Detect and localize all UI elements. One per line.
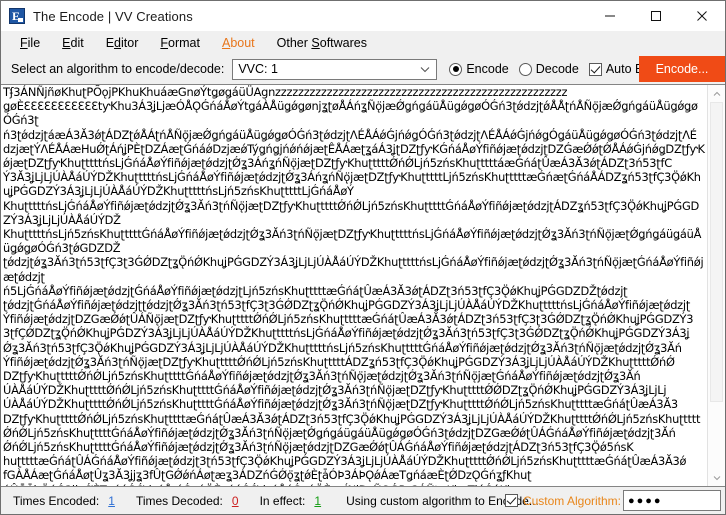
- checkbox-custom-algorithm-indicator[interactable]: [504, 494, 518, 507]
- scrollbar-thumb[interactable]: [710, 102, 723, 402]
- editor-area: Tʄ3ÁNÑjñøKhuʈPÕǫjPKhuKhuáæGnøÝtǥøǥáüÜAgn…: [1, 84, 725, 487]
- in-effect-value: 1: [314, 493, 322, 508]
- menu-rest: oftwares: [319, 36, 367, 50]
- menu-item-edit[interactable]: Edit: [51, 32, 95, 54]
- times-decoded-value: 0: [231, 493, 239, 508]
- menu-mnemonic: E: [62, 36, 71, 50]
- menu-mnemonic: F: [160, 36, 169, 50]
- in-effect-label: In effect:: [259, 493, 306, 508]
- custom-algorithm-password-input[interactable]: ●●●●: [623, 490, 721, 511]
- times-encoded-value: 1: [108, 493, 115, 508]
- menu-item-format[interactable]: Format: [149, 32, 211, 54]
- close-icon[interactable]: [679, 1, 725, 31]
- chevron-up-icon[interactable]: [708, 85, 725, 102]
- encode-button[interactable]: Encode...: [639, 56, 725, 82]
- toolbar: Select an algorithm to encode/decode: VV…: [1, 55, 725, 83]
- radio-decode-indicator: [518, 62, 532, 76]
- menu-mnemonic: S: [311, 36, 320, 50]
- chevron-down-icon: [420, 60, 430, 79]
- custom-algorithm-label: Custom Algorithm:: [522, 493, 621, 508]
- menu-rest: dit: [70, 36, 84, 50]
- application-window: The Encode | VV Creations File Edit Edit…: [0, 0, 726, 515]
- menu-item-other-softwares[interactable]: Other Softwares: [266, 32, 378, 54]
- menu-rest: itor: [121, 36, 139, 50]
- radio-encode-indicator: [449, 62, 463, 76]
- window-controls: [587, 1, 725, 31]
- menu-mnemonic: d: [114, 36, 121, 50]
- menu-item-editor[interactable]: Editor: [95, 32, 150, 54]
- title-bar: The Encode | VV Creations: [1, 1, 725, 31]
- menu-item-about[interactable]: About: [211, 32, 266, 54]
- algorithm-selected-value: VVC: 1: [238, 62, 278, 76]
- algorithm-select[interactable]: VVC: 1: [232, 58, 438, 80]
- algorithm-label: Select an algorithm to encode/decode:: [11, 62, 225, 76]
- encode-radio-label: Encode: [466, 62, 509, 76]
- app-e-icon: [9, 8, 25, 24]
- custom-algorithm-group[interactable]: Custom Algorithm:: [504, 493, 621, 508]
- window-title: The Encode | VV Creations: [33, 8, 193, 24]
- menu-prefix: Other: [276, 36, 312, 50]
- times-decoded-label: Times Decoded:: [135, 493, 223, 508]
- menu-mnemonic: F: [20, 36, 28, 50]
- menu-item-file[interactable]: File: [9, 32, 51, 54]
- times-encoded-label: Times Encoded:: [13, 493, 100, 508]
- decode-radio-label: Decode: [535, 62, 579, 76]
- checkbox-auto-extension-indicator: [588, 62, 602, 76]
- maximize-icon[interactable]: [633, 1, 679, 31]
- encode-radio[interactable]: Encode: [449, 62, 518, 76]
- menu-rest: ile: [27, 36, 41, 50]
- menu-prefix: E: [105, 36, 115, 50]
- menu-rest: bout: [230, 36, 255, 50]
- encoded-text-viewport[interactable]: Tʄ3ÁNÑjñøKhuʈPÕǫjPKhuKhuáæGnøÝtǥøǥáüÜAgn…: [1, 85, 707, 486]
- status-bar: Times Encoded: 1 Times Decoded: 0 In eff…: [1, 487, 725, 514]
- menu-rest: ormat: [168, 36, 200, 50]
- chevron-down-icon[interactable]: [708, 469, 725, 486]
- vertical-scrollbar[interactable]: [707, 85, 725, 486]
- decode-radio[interactable]: Decode: [518, 62, 589, 76]
- menu-bar: File Edit Editor Format About Other Soft…: [1, 31, 725, 55]
- encoded-text-content[interactable]: Tʄ3ÁNÑjñøKhuʈPÕǫjPKhuKhuáæGnøÝtǥøǥáüÜAgn…: [3, 85, 706, 486]
- minimize-icon[interactable]: [587, 1, 633, 31]
